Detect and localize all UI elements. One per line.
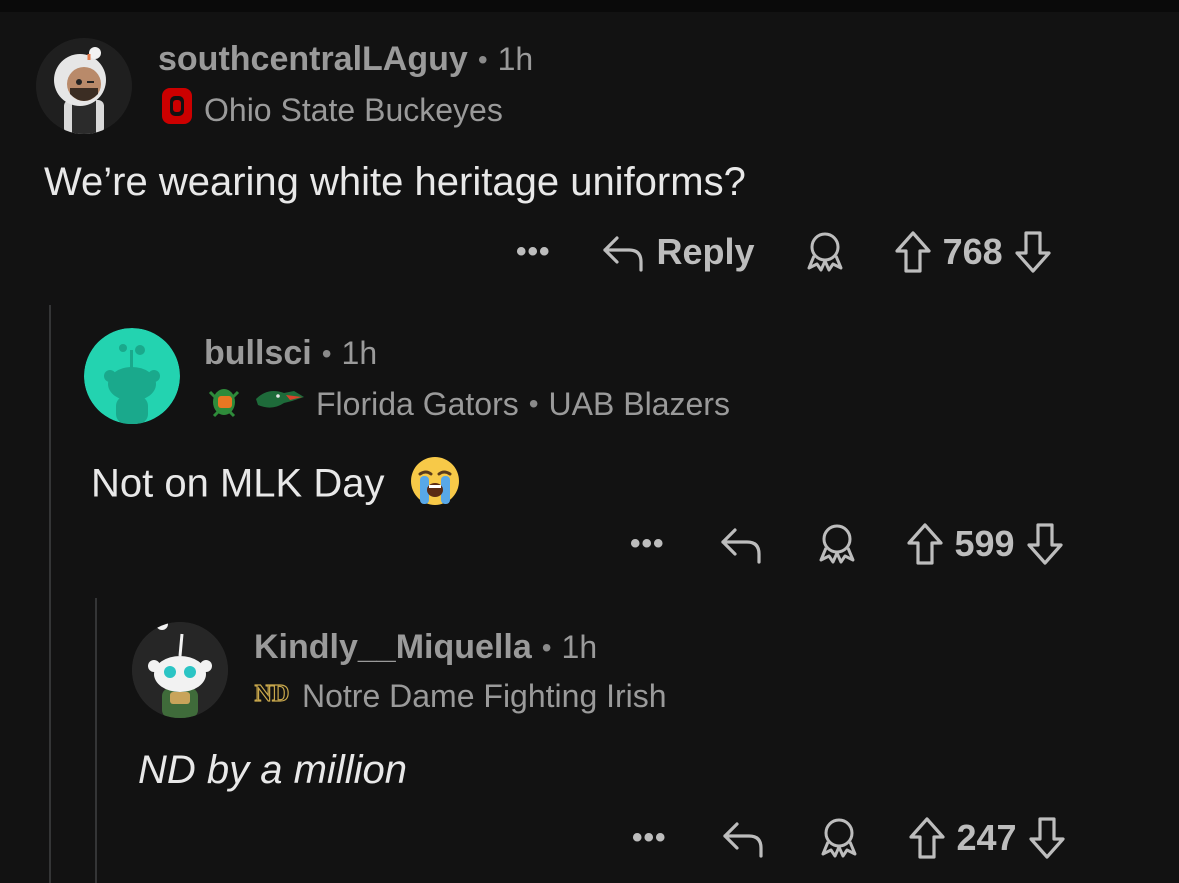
thread-line-level-2[interactable] [95, 598, 97, 883]
reply-arrow-icon [720, 528, 761, 564]
florida-gators-logo-icon [204, 380, 244, 428]
downvote-arrow-icon [1015, 231, 1051, 273]
flair-text: Ohio State Buckeyes [204, 91, 503, 128]
more-options-button[interactable]: ••• [632, 821, 667, 855]
thread-line-level-1[interactable] [49, 305, 51, 883]
comment-body: ND by a million [138, 748, 407, 792]
username[interactable]: bullsci [204, 334, 312, 373]
vote-score: 247 [956, 817, 1017, 858]
ohio-state-logo-icon [160, 86, 194, 134]
comment-2-flair: Florida Gators • UAB Blazers [204, 380, 730, 428]
upvote-button[interactable] [905, 521, 945, 567]
downvote-button[interactable] [1025, 521, 1065, 567]
flair-text-2: UAB Blazers [548, 385, 730, 422]
comment-body: Not on MLK Day [91, 461, 385, 506]
flair-text: Florida Gators [316, 385, 519, 422]
comment-3-flair: ND Notre Dame Fighting Irish [252, 674, 667, 718]
award-icon [819, 524, 855, 564]
upvote-arrow-icon [906, 523, 943, 565]
award-button[interactable] [801, 228, 849, 276]
astronaut-avatar-icon [36, 38, 132, 134]
flair-separator: • [528, 388, 539, 419]
upvote-arrow-icon [908, 817, 945, 859]
vote-score: 768 [942, 231, 1003, 272]
award-button[interactable] [813, 520, 861, 568]
comment-body-wrapper: Not on MLK Day [91, 454, 462, 518]
upvote-arrow-icon [894, 231, 931, 273]
timestamp: 1h [341, 335, 378, 371]
comment-1-actions: ••• Reply 768 [516, 228, 1053, 276]
default-snoo-avatar-icon [84, 328, 180, 424]
award-icon [821, 818, 857, 858]
reply-button[interactable] [719, 816, 767, 860]
award-icon [807, 232, 843, 272]
more-options-button[interactable]: ••• [630, 527, 665, 561]
snoo-avatar-icon [132, 622, 228, 718]
reply-button[interactable] [717, 522, 765, 566]
reply-button[interactable]: Reply [599, 230, 755, 274]
notre-dame-logo-icon: ND [252, 674, 292, 718]
reply-arrow-icon [602, 236, 643, 272]
loudly-crying-face-emoji-icon [408, 454, 462, 518]
upvote-button[interactable] [907, 815, 947, 861]
downvote-button[interactable] [1027, 815, 1067, 861]
downvote-arrow-icon [1028, 817, 1065, 859]
upvote-button[interactable] [893, 229, 933, 275]
username[interactable]: Kindly__Miquella [254, 628, 532, 667]
reply-label: Reply [656, 231, 755, 272]
award-button[interactable] [815, 814, 863, 862]
svg-text:ND: ND [255, 681, 290, 707]
timestamp: 1h [561, 629, 598, 665]
comment-1-flair: Ohio State Buckeyes [160, 86, 503, 134]
comment-body: We’re wearing white heritage uniforms? [44, 160, 746, 204]
flair-text: Notre Dame Fighting Irish [302, 677, 667, 714]
more-options-button[interactable]: ••• [516, 235, 551, 269]
meta-separator: • [321, 337, 332, 369]
reply-arrow-icon [722, 822, 763, 858]
avatar-bullsci[interactable] [84, 328, 180, 424]
timestamp: 1h [497, 41, 534, 77]
vote-score: 599 [954, 523, 1015, 564]
downvote-button[interactable] [1013, 229, 1053, 275]
meta-separator: • [477, 43, 488, 75]
username[interactable]: southcentralLAguy [158, 40, 468, 79]
comment-3-actions: ••• 247 [632, 814, 1067, 862]
meta-separator: • [541, 631, 552, 663]
comment-2-meta: bullsci • 1h [204, 334, 377, 373]
comment-3-meta: Kindly__Miquella • 1h [254, 628, 597, 667]
avatar-southcentralLAguy[interactable] [36, 38, 132, 134]
uab-blazers-logo-icon [254, 383, 306, 425]
downvote-arrow-icon [1026, 523, 1063, 565]
comment-2-actions: ••• 599 [630, 520, 1065, 568]
comment-1-meta: southcentralLAguy • 1h [158, 40, 533, 79]
top-bar [0, 0, 1179, 12]
avatar-Kindly__Miquella[interactable] [132, 622, 228, 718]
